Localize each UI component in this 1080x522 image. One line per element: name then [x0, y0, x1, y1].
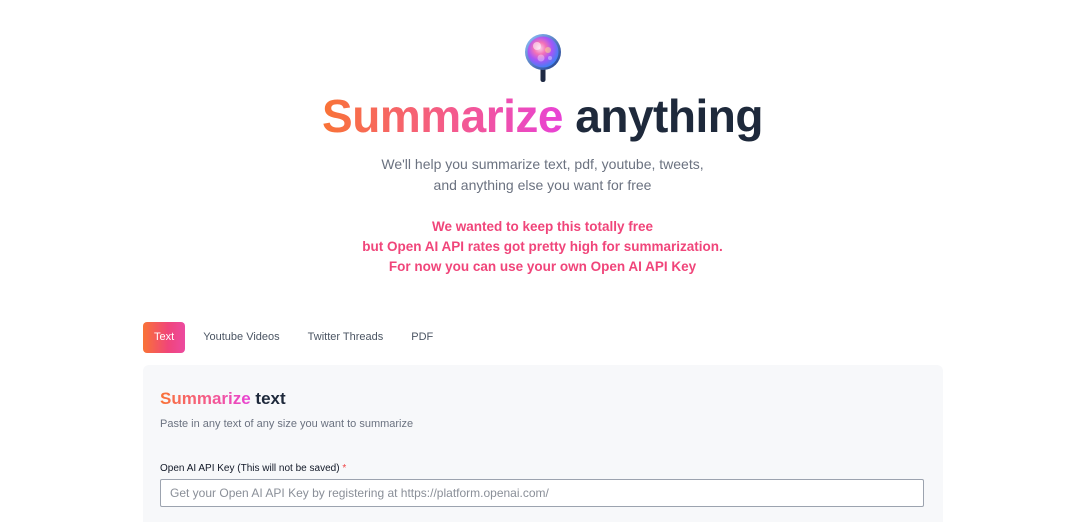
api-key-input[interactable]	[160, 479, 924, 507]
notice-line-2: but Open AI API rates got pretty high fo…	[362, 239, 723, 254]
page: Summarize anything We'll help you summar…	[0, 0, 1080, 522]
notice-line-3: For now you can use your own Open AI API…	[388, 259, 697, 274]
notice-line-1: We wanted to keep this totally free	[431, 219, 654, 234]
tab-twitter-threads[interactable]: Twitter Threads	[294, 322, 398, 353]
api-key-label-text: Open AI API Key (This will not be saved)	[160, 463, 340, 474]
subtitle-line-1: We'll help you summarize text, pdf, yout…	[381, 156, 704, 172]
page-title-rest: anything	[562, 90, 763, 142]
api-key-label: Open AI API Key (This will not be saved)…	[160, 463, 346, 474]
page-title-highlight: Summarize	[322, 90, 563, 142]
panel-title-highlight: Summarize	[160, 389, 251, 408]
source-tabs: Text Youtube Videos Twitter Threads PDF	[143, 322, 447, 353]
required-marker: *	[342, 463, 347, 474]
tab-pdf[interactable]: PDF	[397, 322, 447, 353]
subtitle-line-2: and anything else you want for free	[433, 177, 652, 193]
page-subtitle: We'll help you summarize text, pdf, yout…	[0, 154, 1080, 196]
tab-youtube-videos[interactable]: Youtube Videos	[189, 322, 293, 353]
panel-title-rest: text	[250, 389, 286, 408]
summarize-text-panel: Summarize text Paste in any text of any …	[143, 365, 943, 522]
panel-description: Paste in any text of any size you want t…	[160, 418, 414, 430]
tab-text[interactable]: Text	[143, 322, 186, 353]
panel-title: Summarize text	[160, 389, 286, 409]
magnifier-orb-icon	[522, 33, 564, 83]
page-title: Summarize anything	[0, 88, 1080, 144]
api-cost-notice: We wanted to keep this totally free but …	[0, 217, 1080, 277]
